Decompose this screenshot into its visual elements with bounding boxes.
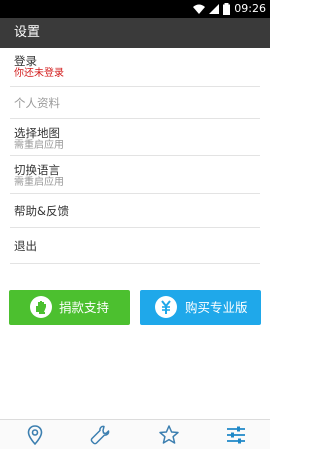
- settings-item-label: 切换语言: [14, 163, 60, 177]
- yen-coin-icon: [155, 296, 177, 318]
- status-time: 09:26: [234, 2, 266, 15]
- map-pin-icon: [27, 425, 43, 446]
- tab-favorites[interactable]: [158, 424, 180, 446]
- page-title: 设置: [14, 25, 41, 40]
- buy-pro-button[interactable]: 购买专业版: [140, 290, 261, 325]
- settings-item-note: 需重启应用: [14, 140, 64, 151]
- settings-item-label: 退出: [14, 239, 37, 253]
- settings-item-map[interactable]: 选择地图 需重启应用: [10, 119, 260, 156]
- hand-icon: [30, 296, 52, 318]
- tab-settings[interactable]: [225, 424, 247, 446]
- settings-item-label: 登录: [14, 54, 37, 68]
- wifi-icon: [193, 4, 205, 14]
- settings-item-login[interactable]: 登录 你还未登录: [10, 48, 260, 87]
- bottom-nav: [0, 419, 270, 449]
- settings-item-note: 需重启应用: [14, 177, 64, 188]
- donate-button-label: 捐款支持: [59, 300, 110, 315]
- settings-item-exit[interactable]: 退出: [10, 228, 260, 264]
- settings-item-help[interactable]: 帮助&反馈: [10, 194, 260, 228]
- wrench-icon: [90, 425, 110, 445]
- tab-map[interactable]: [24, 424, 46, 446]
- login-status: 你还未登录: [14, 68, 64, 79]
- donate-button[interactable]: 捐款支持: [9, 290, 130, 325]
- settings-item-label: 选择地图: [14, 126, 60, 140]
- settings-item-label: 帮助&反馈: [14, 204, 69, 218]
- tab-tools[interactable]: [89, 424, 111, 446]
- settings-item-profile[interactable]: 个人资料: [10, 87, 260, 119]
- buy-pro-button-label: 购买专业版: [185, 300, 248, 315]
- signal-icon: [209, 4, 219, 14]
- battery-icon: [223, 3, 230, 15]
- settings-list: 登录 你还未登录 个人资料 选择地图 需重启应用 切换语言 需重启应用 帮助&反…: [0, 48, 270, 264]
- sliders-icon: [227, 426, 245, 444]
- app-bar: 设置: [0, 18, 270, 48]
- star-icon: [159, 425, 179, 444]
- settings-item-language[interactable]: 切换语言 需重启应用: [10, 156, 260, 194]
- status-bar: 09:26: [0, 0, 270, 18]
- settings-item-label: 个人资料: [14, 96, 60, 110]
